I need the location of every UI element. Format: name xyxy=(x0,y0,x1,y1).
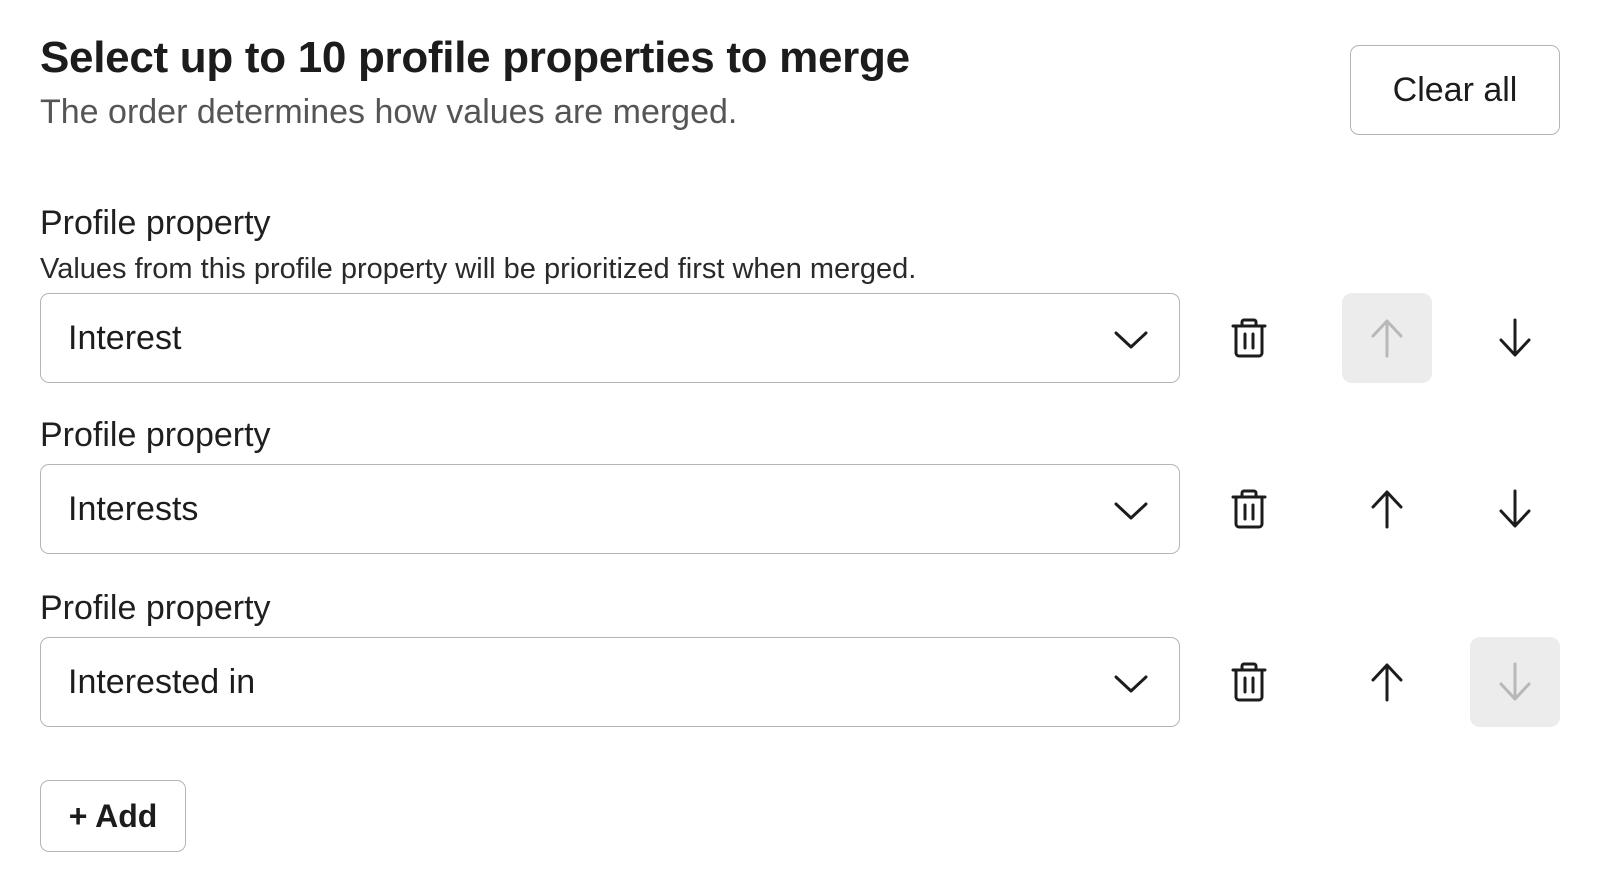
select-value: Interest xyxy=(68,318,182,357)
row-label: Profile property xyxy=(40,204,271,242)
profile-property-select-2[interactable]: Interests xyxy=(40,464,1180,554)
move-down-button-2[interactable] xyxy=(1470,464,1560,554)
delete-row-button-1[interactable] xyxy=(1204,293,1294,383)
arrow-up-icon xyxy=(1371,663,1403,702)
row-help-text: Values from this profile property will b… xyxy=(40,253,917,286)
profile-property-select-3[interactable]: Interested in xyxy=(40,637,1180,727)
chevron-down-icon xyxy=(1114,502,1148,520)
move-down-button-3[interactable] xyxy=(1470,637,1560,727)
move-down-button-1[interactable] xyxy=(1470,293,1560,383)
page-title: Select up to 10 profile properties to me… xyxy=(40,33,910,82)
add-property-button[interactable]: + Add xyxy=(40,780,186,852)
page-header: Select up to 10 profile properties to me… xyxy=(40,33,910,132)
property-row-1: Profile property Values from this profil… xyxy=(40,204,1560,385)
trash-icon xyxy=(1231,489,1267,529)
property-row-2: Profile property Interests xyxy=(40,416,1560,557)
arrow-up-icon xyxy=(1371,319,1403,358)
property-row-3: Profile property Interested in xyxy=(40,589,1560,730)
delete-row-button-3[interactable] xyxy=(1204,637,1294,727)
row-label: Profile property xyxy=(40,589,271,627)
delete-row-button-2[interactable] xyxy=(1204,464,1294,554)
chevron-down-icon xyxy=(1114,331,1148,349)
arrow-down-icon xyxy=(1499,489,1531,528)
move-up-button-1[interactable] xyxy=(1342,293,1432,383)
clear-all-button[interactable]: Clear all xyxy=(1350,45,1560,135)
page-subtitle: The order determines how values are merg… xyxy=(40,93,738,132)
arrow-down-icon xyxy=(1499,662,1531,701)
profile-property-select-1[interactable]: Interest xyxy=(40,293,1180,383)
move-up-button-2[interactable] xyxy=(1342,464,1432,554)
row-label: Profile property xyxy=(40,416,271,454)
trash-icon xyxy=(1231,662,1267,702)
move-up-button-3[interactable] xyxy=(1342,637,1432,727)
arrow-down-icon xyxy=(1499,318,1531,357)
trash-icon xyxy=(1231,318,1267,358)
arrow-up-icon xyxy=(1371,490,1403,529)
select-value: Interested in xyxy=(68,662,256,701)
select-value: Interests xyxy=(68,489,199,528)
chevron-down-icon xyxy=(1114,675,1148,693)
